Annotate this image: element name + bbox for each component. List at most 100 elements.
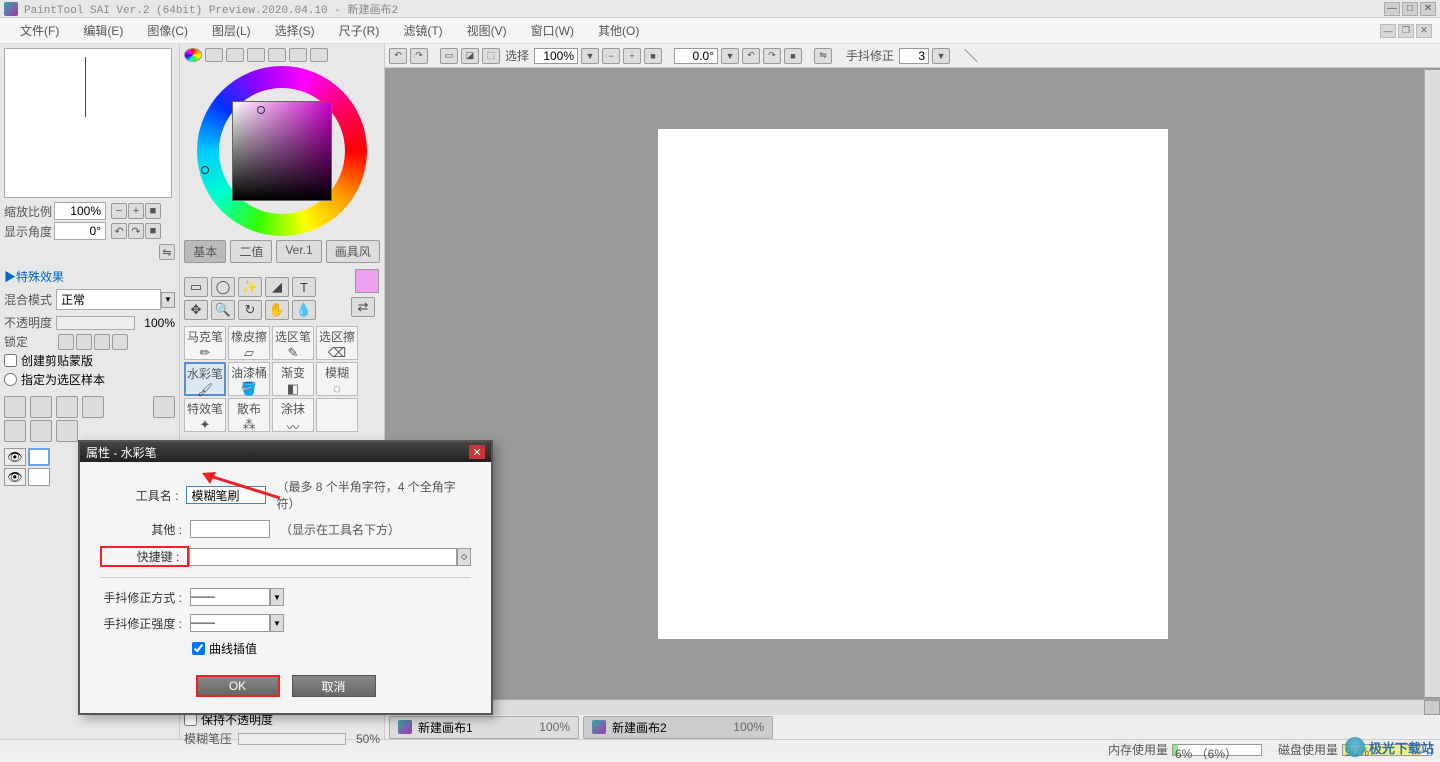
window-minimize-button[interactable]: — xyxy=(1384,2,1400,16)
menu-filter[interactable]: 滤镜(T) xyxy=(391,18,454,43)
dialog-cancel-button[interactable]: 取消 xyxy=(292,675,376,697)
color-wheel-mode-icon[interactable] xyxy=(184,48,202,62)
stabilizer-mode-select[interactable]: —— xyxy=(190,588,270,606)
tool-text[interactable]: T xyxy=(292,277,316,297)
tool-name-input[interactable] xyxy=(186,486,266,504)
shortcut-input[interactable] xyxy=(189,548,457,566)
tool-zoom[interactable]: 🔍 xyxy=(211,300,235,320)
shortcut-clear-button[interactable]: ◇ xyxy=(457,548,471,566)
brush-eraser[interactable]: 橡皮擦▱ xyxy=(228,326,270,360)
stabilizer-strength-dropdown-icon[interactable]: ▼ xyxy=(270,614,284,632)
brush-empty-slot[interactable] xyxy=(316,398,358,432)
layer-visibility-icon[interactable]: 👁 xyxy=(4,448,26,466)
ct-flip-button[interactable]: ⇋ xyxy=(814,48,832,64)
ct-zoom-out[interactable]: − xyxy=(602,48,620,64)
ct-angle-dropdown[interactable]: ▼ xyxy=(721,48,739,64)
brush-bucket[interactable]: 油漆桶🪣 xyxy=(228,362,270,396)
clip-mask-checkbox[interactable] xyxy=(4,354,17,367)
doc-minimize-button[interactable]: — xyxy=(1380,24,1396,38)
zoom-reset-button[interactable]: ■ xyxy=(145,203,161,219)
selection-sample-radio[interactable] xyxy=(4,373,17,386)
document-tab-2[interactable]: 新建画布2 100% xyxy=(583,716,773,739)
menu-ruler[interactable]: 尺子(R) xyxy=(327,18,392,43)
tool-shape[interactable]: ◢ xyxy=(265,277,289,297)
layer-thumbnail[interactable] xyxy=(28,448,50,466)
ct-rotate-ccw[interactable]: ↶ xyxy=(742,48,760,64)
curve-interpolation-checkbox[interactable] xyxy=(192,642,205,655)
doc-close-button[interactable]: ✕ xyxy=(1416,24,1432,38)
dialog-ok-button[interactable]: OK xyxy=(196,675,280,697)
brush-marker[interactable]: 马克笔✏ xyxy=(184,326,226,360)
mask-button[interactable] xyxy=(153,396,175,418)
layer-thumbnail[interactable] xyxy=(28,468,50,486)
ct-invert-button[interactable]: ◪ xyxy=(461,48,479,64)
tool-magic-wand[interactable]: ✨ xyxy=(238,277,262,297)
tool-rect-select[interactable]: ▭ xyxy=(184,277,208,297)
ct-rotate-cw[interactable]: ↷ xyxy=(763,48,781,64)
clear-layer-button[interactable] xyxy=(56,420,78,442)
foreground-color-swatch[interactable] xyxy=(355,269,379,293)
zoom-value[interactable]: 100% xyxy=(54,202,106,220)
zoom-out-button[interactable]: − xyxy=(111,203,127,219)
scroll-right-button[interactable] xyxy=(1424,700,1440,715)
ct-angle-reset[interactable]: ■ xyxy=(784,48,802,64)
flip-horizontal-button[interactable]: ⇋ xyxy=(159,244,175,260)
tool-move[interactable]: ✥ xyxy=(184,300,208,320)
new-folder-button[interactable] xyxy=(56,396,78,418)
color-hsv-mode-icon[interactable] xyxy=(226,48,244,62)
horizontal-scrollbar[interactable] xyxy=(385,699,1440,715)
tool-eyedropper[interactable]: 💧 xyxy=(292,300,316,320)
blend-mode-dropdown-icon[interactable]: ▼ xyxy=(161,292,175,308)
stabilizer-strength-select[interactable]: —— xyxy=(190,614,270,632)
brush-selection-pen[interactable]: 选区笔✎ xyxy=(272,326,314,360)
ct-stabilizer-input[interactable]: 3 xyxy=(899,48,929,64)
new-linework-layer-button[interactable] xyxy=(30,396,52,418)
lock-none-button[interactable] xyxy=(58,334,74,350)
tool-lasso[interactable]: ◯ xyxy=(211,277,235,297)
color-hue-picker-dot[interactable] xyxy=(201,166,209,174)
menu-file[interactable]: 文件(F) xyxy=(8,18,71,43)
ct-angle-input[interactable]: 0.0° xyxy=(674,48,718,64)
color-rgb-mode-icon[interactable] xyxy=(205,48,223,62)
brush-smear[interactable]: 涂抹〰 xyxy=(272,398,314,432)
stabilizer-mode-dropdown-icon[interactable]: ▼ xyxy=(270,588,284,606)
brush-scatter[interactable]: 散布⁂ xyxy=(228,398,270,432)
brush-gradient[interactable]: 渐变◧ xyxy=(272,362,314,396)
menu-edit[interactable]: 编辑(E) xyxy=(71,18,135,43)
tool-hand[interactable]: ✋ xyxy=(265,300,289,320)
other-input[interactable] xyxy=(190,520,270,538)
rotate-reset-button[interactable]: ■ xyxy=(145,223,161,239)
ct-zoom-fit[interactable]: ■ xyxy=(644,48,662,64)
vertical-scrollbar[interactable] xyxy=(1424,68,1440,699)
layer-visibility-icon[interactable]: 👁 xyxy=(4,468,26,486)
ct-zoom-input[interactable]: 100% xyxy=(534,48,578,64)
dialog-titlebar[interactable]: 属性 - 水彩笔 ✕ xyxy=(80,442,491,462)
brush-selection-erase[interactable]: 选区擦⌫ xyxy=(316,326,358,360)
canvas[interactable] xyxy=(658,129,1168,639)
palette-tab-binary[interactable]: 二值 xyxy=(230,240,272,263)
menu-image[interactable]: 图像(C) xyxy=(135,18,200,43)
menu-window[interactable]: 窗口(W) xyxy=(519,18,586,43)
blur-pressure-slider[interactable] xyxy=(238,733,346,745)
ct-zoom-in[interactable]: + xyxy=(623,48,641,64)
color-gray-mode-icon[interactable] xyxy=(247,48,265,62)
palette-tab-ver1[interactable]: Ver.1 xyxy=(276,240,321,263)
canvas-viewport[interactable] xyxy=(385,68,1440,699)
zoom-in-button[interactable]: + xyxy=(128,203,144,219)
brush-blur[interactable]: 模糊◌ xyxy=(316,362,358,396)
doc-restore-button[interactable]: ❐ xyxy=(1398,24,1414,38)
special-effects-toggle[interactable]: ▶特殊效果 xyxy=(4,268,175,285)
lock-position-button[interactable] xyxy=(94,334,110,350)
palette-tab-canvas-style[interactable]: 画具风 xyxy=(326,240,380,263)
menu-view[interactable]: 视图(V) xyxy=(455,18,519,43)
ct-line-icon[interactable]: ＼ xyxy=(962,48,980,64)
scroll-down-button[interactable] xyxy=(1425,697,1440,699)
color-sv-picker-dot[interactable] xyxy=(257,106,265,114)
tool-rotate[interactable]: ↻ xyxy=(238,300,262,320)
merge-down-button[interactable] xyxy=(4,420,26,442)
dialog-close-button[interactable]: ✕ xyxy=(469,445,485,459)
window-close-button[interactable]: ✕ xyxy=(1420,2,1436,16)
lock-all-button[interactable] xyxy=(112,334,128,350)
opacity-slider[interactable] xyxy=(56,316,135,330)
color-wheel[interactable] xyxy=(197,66,367,236)
